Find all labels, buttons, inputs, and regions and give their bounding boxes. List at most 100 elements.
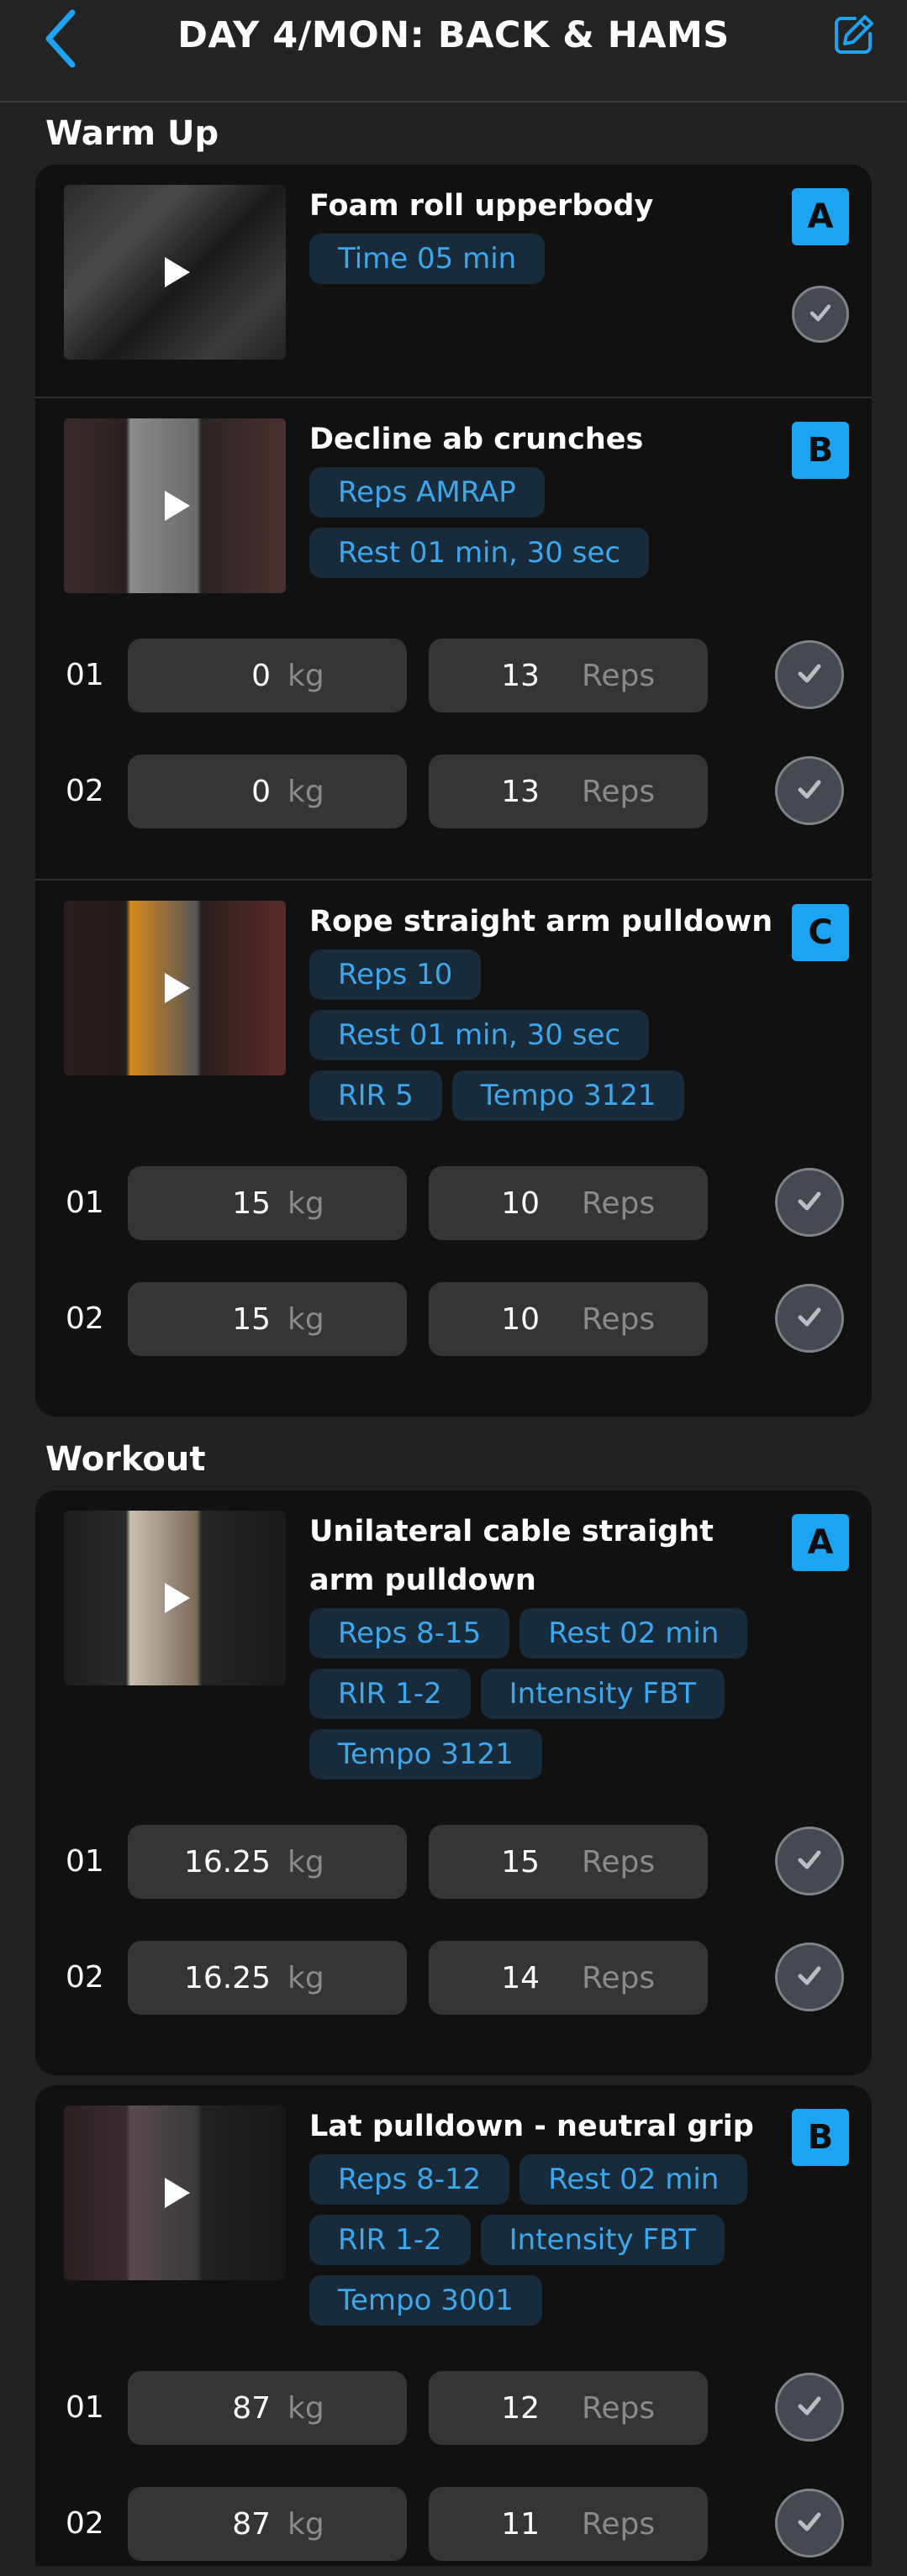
set-complete-button[interactable] (775, 1943, 844, 2011)
weight-value: 0 (251, 774, 271, 809)
set-complete-button[interactable] (775, 2373, 844, 2442)
set-number: 01 (66, 658, 104, 692)
exercise-name[interactable]: Foam roll upperbody (309, 181, 776, 230)
play-icon (165, 491, 190, 521)
weight-unit: kg (287, 1844, 324, 1879)
reps-input[interactable]: 13 Reps (429, 639, 708, 712)
exercise-card: Unilateral cable straight arm pulldown Re… (35, 1490, 872, 2075)
set-row: 02 16.25 kg 14 Reps (35, 1941, 872, 2057)
weight-unit: kg (287, 1960, 324, 1995)
exercise-card: Lat pulldown - neutral grip Reps 8-12 Rest… (35, 2085, 872, 2576)
reps-input[interactable]: 12 Reps (429, 2371, 708, 2445)
set-complete-button[interactable] (775, 1168, 844, 1237)
exercise-tag: Reps 8-12 (309, 2154, 510, 2205)
reps-input[interactable]: 14 Reps (429, 1941, 708, 2015)
exercise-letter-badge: C (792, 904, 849, 961)
exercise-tags: Time 05 min (309, 234, 776, 284)
weight-value: 15 (232, 1185, 271, 1221)
set-complete-button[interactable] (775, 2489, 844, 2558)
workout-content: Warm Up Foam roll upperbody Time 05 min A De… (0, 103, 907, 2576)
weight-input[interactable]: 0 kg (128, 639, 407, 712)
set-list: 01 87 kg 12 Reps 02 87 kg 11 Reps (35, 2326, 872, 2576)
exercise-video-thumbnail[interactable] (64, 2105, 286, 2280)
exercise-header: Decline ab crunches Reps AMRAP Rest 01 min… (35, 418, 872, 593)
set-row: 02 87 kg 11 Reps (35, 2487, 872, 2576)
weight-input[interactable]: 87 kg (128, 2371, 407, 2445)
exercise-item: Lat pulldown - neutral grip Reps 8-12 Rest… (35, 2105, 872, 2576)
page-title: DAY 4/MON: BACK & HAMS (177, 14, 730, 56)
exercise-tag: Intensity FBT (480, 1669, 725, 1719)
set-complete-button[interactable] (775, 756, 844, 825)
exercise-tag: Reps 8-15 (309, 1608, 510, 1659)
set-number: 02 (66, 1301, 104, 1336)
exercise-header: Foam roll upperbody Time 05 min A (35, 185, 872, 360)
exercise-video-thumbnail[interactable] (64, 901, 286, 1075)
set-row: 02 15 kg 10 Reps (35, 1282, 872, 1398)
exercise-name[interactable]: Lat pulldown - neutral grip (309, 2102, 776, 2151)
set-complete-button[interactable] (775, 1827, 844, 1895)
exercise-video-thumbnail[interactable] (64, 185, 286, 360)
exercise-header: Unilateral cable straight arm pulldown Re… (35, 1511, 872, 1780)
exercise-tags: Reps 8-15 Rest 02 min RIR 1-2 Intensity FBT… (309, 1608, 776, 1780)
exercise-item: Foam roll upperbody Time 05 min A (35, 185, 872, 388)
play-icon (165, 973, 190, 1003)
exercise-tag: Rest 02 min (519, 1608, 748, 1659)
reps-unit: Reps (582, 2390, 656, 2426)
exercise-tag: RIR 1-2 (309, 1669, 471, 1719)
check-icon (793, 1300, 826, 1337)
reps-value: 14 (501, 1960, 540, 1995)
edit-icon (831, 13, 875, 60)
reps-unit: Reps (582, 1844, 656, 1879)
reps-value: 13 (501, 774, 540, 809)
weight-unit: kg (287, 1301, 324, 1337)
exercise-header: Lat pulldown - neutral grip Reps 8-12 Rest… (35, 2105, 872, 2326)
set-number: 02 (66, 774, 104, 808)
reps-input[interactable]: 10 Reps (429, 1282, 708, 1356)
reps-unit: Reps (582, 2506, 656, 2542)
weight-input[interactable]: 15 kg (128, 1282, 407, 1356)
reps-unit: Reps (582, 1960, 656, 1995)
weight-unit: kg (287, 2390, 324, 2426)
reps-value: 15 (501, 1844, 540, 1879)
set-number: 02 (66, 2506, 104, 2541)
weight-unit: kg (287, 1185, 324, 1221)
set-complete-button[interactable] (775, 640, 844, 709)
exercise-name[interactable]: Rope straight arm pulldown (309, 897, 776, 946)
weight-input[interactable]: 16.25 kg (128, 1941, 407, 2015)
edit-button[interactable] (830, 13, 877, 60)
reps-unit: Reps (582, 774, 656, 809)
reps-input[interactable]: 13 Reps (429, 754, 708, 828)
weight-input[interactable]: 15 kg (128, 1166, 407, 1240)
set-complete-button[interactable] (775, 1284, 844, 1353)
weight-value: 0 (251, 658, 271, 693)
exercise-tag: Rest 01 min, 30 sec (309, 528, 650, 578)
exercise-letter-badge: A (792, 1514, 849, 1571)
exercise-letter-badge: A (792, 188, 849, 245)
reps-input[interactable]: 10 Reps (429, 1166, 708, 1240)
exercise-complete-button[interactable] (792, 286, 849, 343)
reps-value: 10 (501, 1301, 540, 1337)
reps-input[interactable]: 11 Reps (429, 2487, 708, 2561)
exercise-name[interactable]: Decline ab crunches (309, 415, 776, 464)
exercise-video-thumbnail[interactable] (64, 418, 286, 593)
weight-input[interactable]: 87 kg (128, 2487, 407, 2561)
exercise-item: Decline ab crunches Reps AMRAP Rest 01 min… (35, 397, 872, 870)
exercise-info: Decline ab crunches Reps AMRAP Rest 01 min… (286, 418, 846, 593)
exercise-tags: Reps 10 Rest 01 min, 30 sec RIR 5 Tempo 312… (309, 949, 776, 1121)
reps-value: 12 (501, 2390, 540, 2426)
reps-input[interactable]: 15 Reps (429, 1825, 708, 1899)
reps-unit: Reps (582, 658, 656, 693)
exercise-tag: Reps 10 (309, 949, 482, 1000)
exercise-letter-badge: B (792, 422, 849, 479)
exercise-tag: Tempo 3001 (309, 2275, 542, 2326)
back-button[interactable] (35, 7, 86, 74)
weight-unit: kg (287, 658, 324, 693)
weight-value: 15 (232, 1301, 271, 1337)
weight-input[interactable]: 16.25 kg (128, 1825, 407, 1899)
exercise-name[interactable]: Unilateral cable straight arm pulldown (309, 1507, 776, 1605)
reps-unit: Reps (582, 1185, 656, 1221)
exercise-tag: Rest 02 min (519, 2154, 748, 2205)
check-icon (793, 2389, 826, 2426)
exercise-video-thumbnail[interactable] (64, 1511, 286, 1685)
weight-input[interactable]: 0 kg (128, 754, 407, 828)
